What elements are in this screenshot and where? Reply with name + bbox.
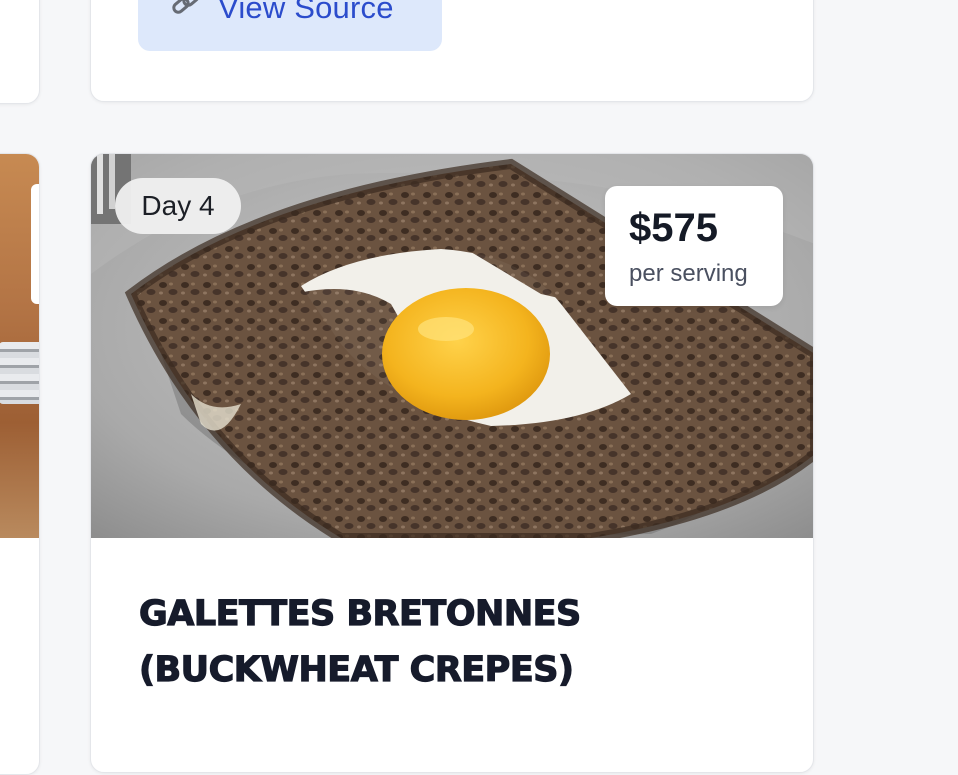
price-unit: per serving <box>629 260 748 287</box>
recipe-image: Day 4 $575 per serving <box>91 154 813 538</box>
recipe-card[interactable]: Day 4 $575 per serving GALETTES BRETONNE… <box>90 153 814 773</box>
fork-image-detail <box>0 342 39 404</box>
previous-recipe-card-top <box>0 0 40 104</box>
recipe-title: GALETTES BRETONNES (BUCKWHEAT CREPES) <box>138 586 779 698</box>
price-value: $575 <box>629 206 718 250</box>
recipe-title-line1: GALETTES BRETONNES <box>138 593 581 634</box>
previous-price-card <box>31 184 39 304</box>
view-source-button[interactable]: View Source <box>138 0 442 51</box>
recipe-card-top: View Source <box>90 0 814 102</box>
previous-recipe-card[interactable] <box>0 153 40 775</box>
link-icon <box>170 0 204 19</box>
recipe-title-line2: (BUCKWHEAT CREPES) <box>138 649 574 690</box>
day-badge: Day 4 <box>115 178 241 234</box>
view-source-label: View Source <box>218 0 394 25</box>
price-card: $575 per serving <box>605 186 783 306</box>
